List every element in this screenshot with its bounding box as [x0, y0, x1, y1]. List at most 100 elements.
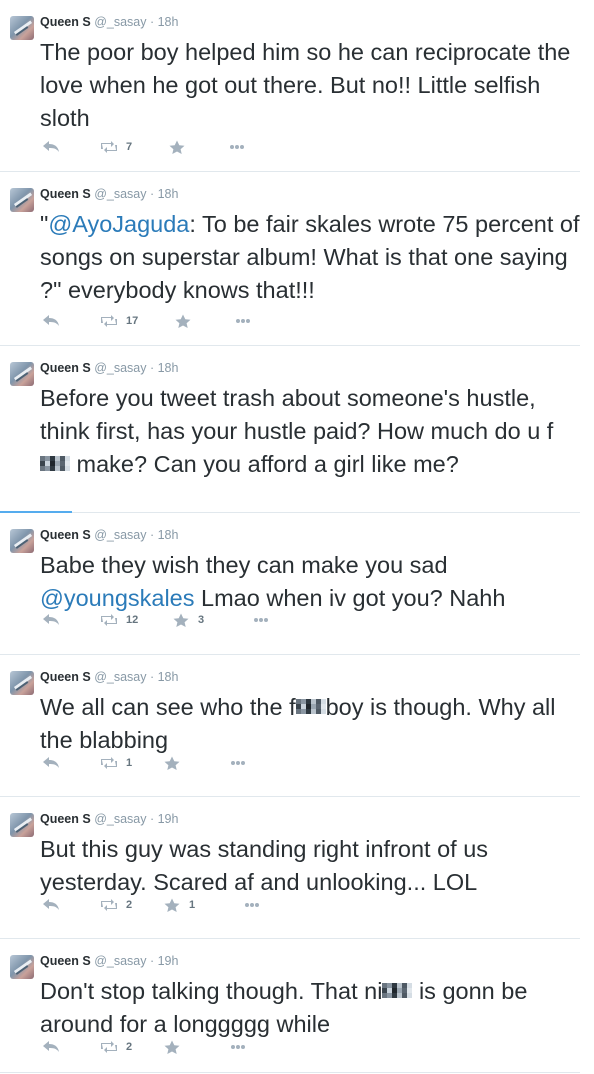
favorite-button[interactable]: [163, 755, 181, 771]
more-button[interactable]: [229, 755, 247, 771]
reply-button[interactable]: [42, 1039, 60, 1055]
retweet-button[interactable]: 7: [100, 139, 132, 155]
avatar[interactable]: [10, 529, 34, 553]
reply-icon: [42, 314, 60, 328]
username[interactable]: @_sasay: [91, 187, 146, 201]
username[interactable]: @_sasay: [91, 361, 146, 375]
display-name[interactable]: Queen S: [40, 812, 91, 826]
tweet-text-segment: But this guy was standing right infront …: [40, 836, 489, 895]
tweet-header: Queen S @_sasay · 18h: [40, 14, 178, 30]
avatar[interactable]: [10, 671, 34, 695]
retweet-count: 7: [126, 141, 133, 153]
tweet-divider: [0, 938, 580, 939]
retweet-button[interactable]: 12: [100, 612, 138, 628]
avatar[interactable]: [10, 188, 34, 212]
username[interactable]: @_sasay: [91, 528, 146, 542]
more-icon: [252, 613, 270, 627]
retweet-count: 2: [126, 899, 133, 911]
more-button[interactable]: [243, 897, 261, 913]
tweet-divider: [0, 654, 580, 655]
tweet-header: Queen S @_sasay · 19h: [40, 811, 178, 827]
more-icon: [234, 314, 252, 328]
tweet-text-segment: Lmao when iv got you? Nahh: [194, 585, 506, 611]
tweet-actions: 7: [40, 139, 340, 155]
avatar[interactable]: [10, 362, 34, 386]
favorite-button[interactable]: 1: [163, 897, 195, 913]
separator-dot: ·: [146, 15, 158, 29]
tweet-header: Queen S @_sasay · 18h: [40, 360, 178, 376]
favorite-button[interactable]: 3: [172, 612, 204, 628]
username[interactable]: @_sasay: [91, 812, 146, 826]
tweet-text: "@AyoJaguda: To be fair skales wrote 75 …: [40, 208, 580, 307]
retweet-count: 1: [126, 757, 133, 769]
avatar[interactable]: [10, 16, 34, 40]
reply-button[interactable]: [42, 612, 60, 628]
mention-link[interactable]: @youngskales: [40, 585, 195, 611]
retweet-button[interactable]: 2: [100, 1039, 132, 1055]
retweet-count: 2: [126, 1041, 133, 1053]
display-name[interactable]: Queen S: [40, 15, 91, 29]
tweet-text-segment: We all can see who the f: [40, 694, 296, 720]
retweet-button[interactable]: 17: [100, 313, 138, 329]
favorite-button[interactable]: [163, 1039, 181, 1055]
username[interactable]: @_sasay: [91, 15, 146, 29]
reply-button[interactable]: [42, 897, 60, 913]
more-button[interactable]: [234, 313, 252, 329]
retweet-button[interactable]: 1: [100, 755, 132, 771]
tweet-header: Queen S @_sasay · 18h: [40, 186, 178, 202]
reply-icon: [42, 140, 60, 154]
separator-dot: ·: [146, 361, 158, 375]
username[interactable]: @_sasay: [91, 954, 146, 968]
censored-word-pixelation: [295, 698, 326, 715]
timestamp[interactable]: 18h: [158, 187, 179, 201]
tweet-header: Queen S @_sasay · 19h: [40, 953, 178, 969]
mention-link[interactable]: @AyoJaguda: [48, 211, 189, 237]
censored-word-pixelation: [382, 982, 413, 999]
reply-button[interactable]: [42, 139, 60, 155]
tweet-text: We all can see who the f boy is though. W…: [40, 691, 580, 757]
timestamp[interactable]: 18h: [158, 15, 179, 29]
timestamp[interactable]: 18h: [158, 670, 179, 684]
display-name[interactable]: Queen S: [40, 954, 91, 968]
display-name[interactable]: Queen S: [40, 361, 91, 375]
favorite-button[interactable]: [168, 139, 186, 155]
separator-dot: ·: [146, 954, 158, 968]
scroll-position-indicator: [0, 511, 72, 513]
star-icon: [172, 613, 190, 627]
tweet-divider: [0, 512, 580, 513]
more-icon: [228, 140, 246, 154]
display-name[interactable]: Queen S: [40, 187, 91, 201]
timestamp[interactable]: 18h: [158, 361, 179, 375]
tweet-text: Before you tweet trash about someone's h…: [40, 382, 580, 481]
retweet-icon: [100, 756, 118, 770]
favorite-button[interactable]: [174, 313, 192, 329]
timestamp[interactable]: 18h: [158, 528, 179, 542]
tweet-text: But this guy was standing right infront …: [40, 833, 580, 899]
star-icon: [168, 140, 186, 154]
star-icon: [163, 1040, 181, 1054]
retweet-button[interactable]: 2: [100, 897, 132, 913]
timestamp[interactable]: 19h: [158, 954, 179, 968]
retweet-icon: [100, 1040, 118, 1054]
tweet-text: Don't stop talking though. That ni is go…: [40, 975, 580, 1041]
retweet-icon: [100, 314, 118, 328]
display-name[interactable]: Queen S: [40, 670, 91, 684]
tweet-divider: [0, 1072, 580, 1073]
display-name[interactable]: Queen S: [40, 528, 91, 542]
timestamp[interactable]: 19h: [158, 812, 179, 826]
more-button[interactable]: [229, 1039, 247, 1055]
more-button[interactable]: [228, 139, 246, 155]
more-icon: [229, 1040, 247, 1054]
retweet-icon: [100, 613, 118, 627]
avatar[interactable]: [10, 813, 34, 837]
tweet-text-segment: Babe they wish they can make you sad: [40, 552, 448, 578]
avatar[interactable]: [10, 955, 34, 979]
reply-button[interactable]: [42, 313, 60, 329]
favorite-count: 3: [198, 614, 205, 626]
username[interactable]: @_sasay: [91, 670, 146, 684]
tweet-text: The poor boy helped him so he can recipr…: [40, 36, 580, 135]
reply-button[interactable]: [42, 755, 60, 771]
separator-dot: ·: [146, 528, 158, 542]
more-button[interactable]: [252, 612, 270, 628]
tweet-actions: 12 3: [40, 612, 340, 628]
